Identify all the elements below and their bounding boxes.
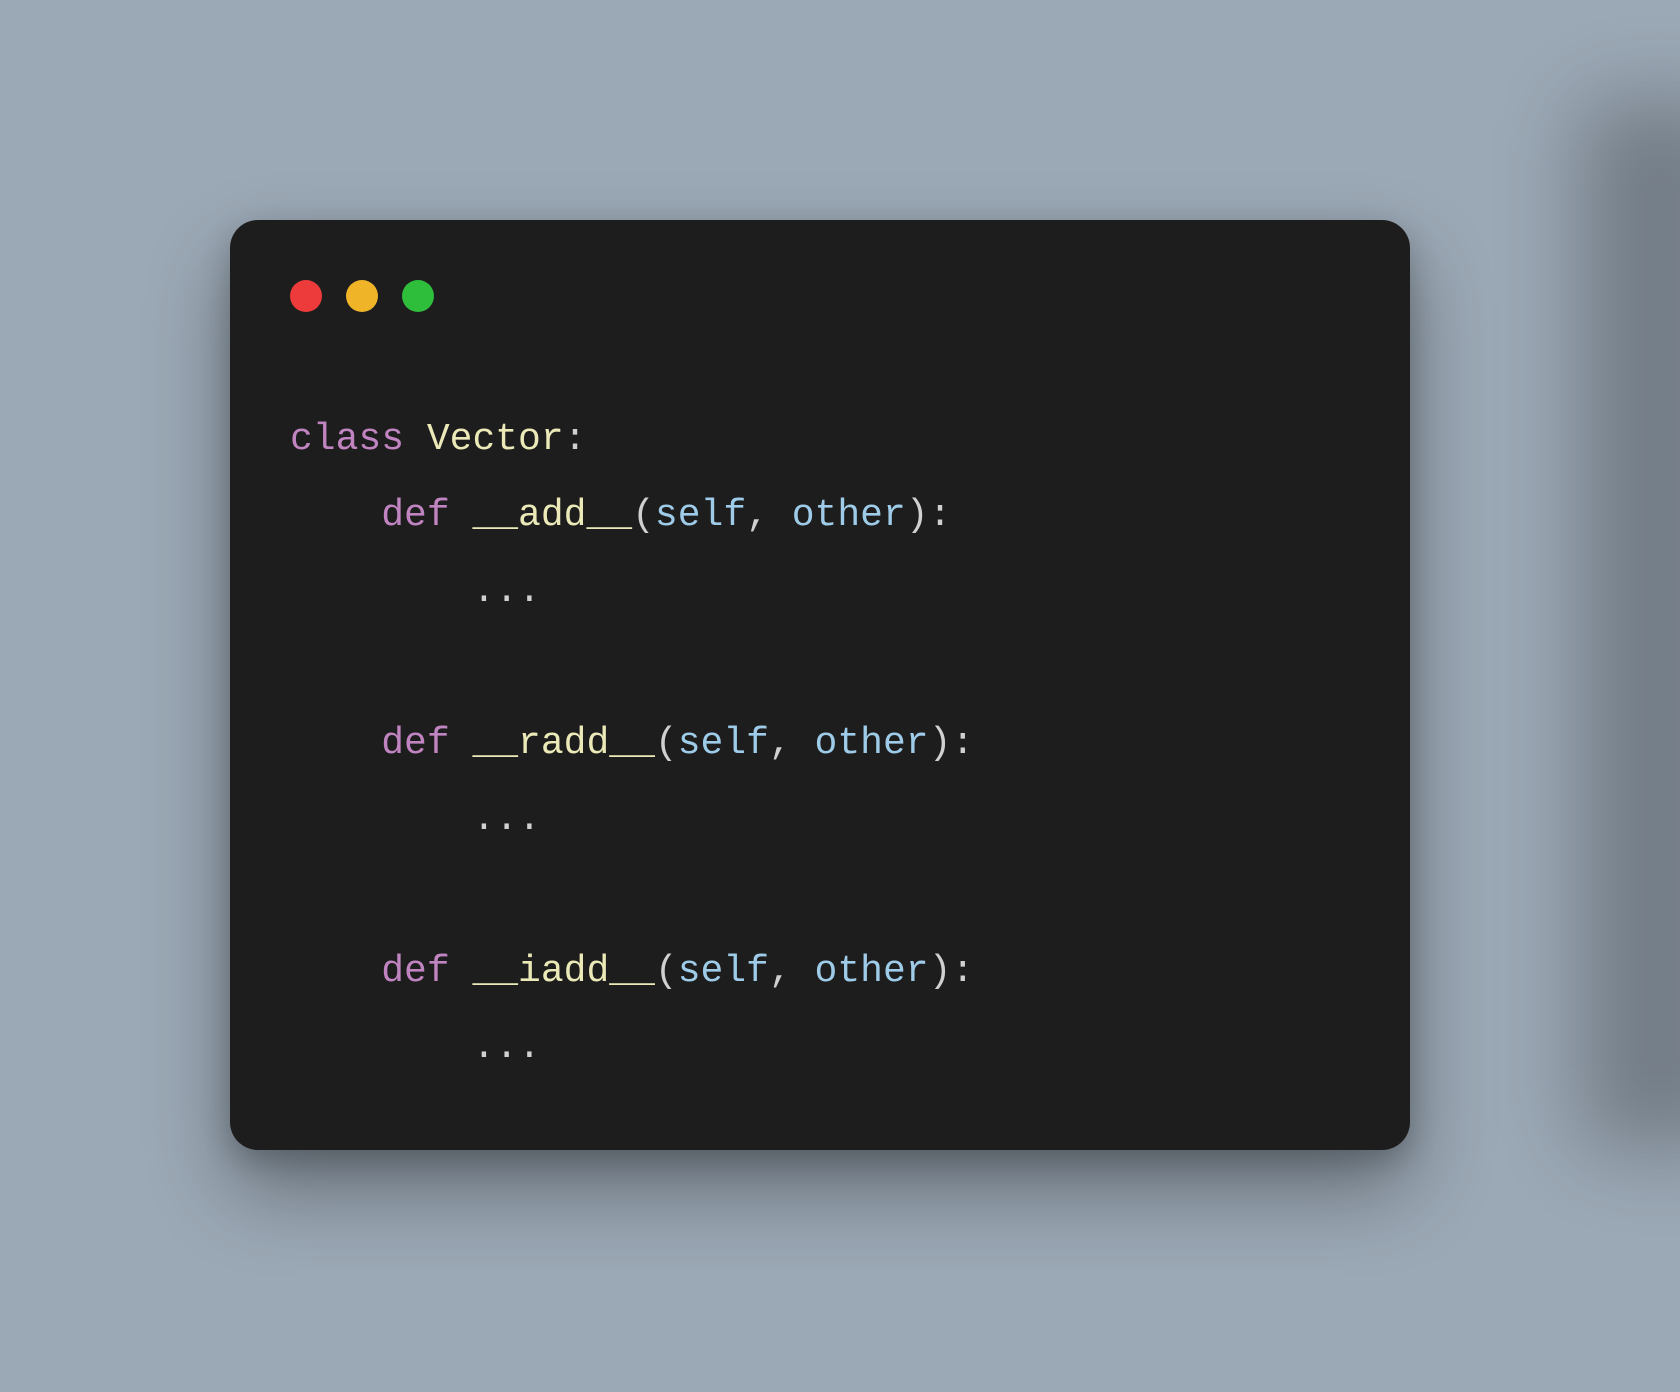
- ellipsis: ...: [472, 798, 540, 841]
- param-other: other: [815, 722, 929, 765]
- indent: [290, 950, 381, 993]
- comma: ,: [769, 722, 815, 765]
- indent: [290, 798, 472, 841]
- param-other: other: [815, 950, 929, 993]
- indent: [290, 570, 472, 613]
- keyword-class: class: [290, 418, 404, 461]
- open-paren: (: [632, 494, 655, 537]
- param-other: other: [792, 494, 906, 537]
- minimize-icon[interactable]: [346, 280, 378, 312]
- window-controls: [290, 280, 1350, 312]
- colon: :: [951, 722, 974, 765]
- close-icon[interactable]: [290, 280, 322, 312]
- comma: ,: [769, 950, 815, 993]
- open-paren: (: [655, 950, 678, 993]
- close-paren: ): [906, 494, 929, 537]
- code-content: class Vector: def __add__(self, other): …: [290, 402, 1350, 1086]
- maximize-icon[interactable]: [402, 280, 434, 312]
- colon: :: [929, 494, 952, 537]
- close-paren: ): [929, 722, 952, 765]
- ellipsis: ...: [472, 1026, 540, 1069]
- indent: [290, 722, 381, 765]
- background-shadow: [1580, 100, 1680, 1150]
- keyword-def: def: [381, 950, 449, 993]
- ellipsis: ...: [472, 570, 540, 613]
- param-self: self: [678, 722, 769, 765]
- code-window: class Vector: def __add__(self, other): …: [230, 220, 1410, 1150]
- class-name: Vector: [427, 418, 564, 461]
- method-name-iadd: __iadd__: [472, 950, 654, 993]
- param-self: self: [678, 950, 769, 993]
- method-name-add: __add__: [472, 494, 632, 537]
- method-name-radd: __radd__: [472, 722, 654, 765]
- colon: :: [564, 418, 587, 461]
- colon: :: [951, 950, 974, 993]
- param-self: self: [655, 494, 746, 537]
- keyword-def: def: [381, 494, 449, 537]
- close-paren: ): [929, 950, 952, 993]
- comma: ,: [746, 494, 792, 537]
- keyword-def: def: [381, 722, 449, 765]
- indent: [290, 494, 381, 537]
- indent: [290, 1026, 472, 1069]
- open-paren: (: [655, 722, 678, 765]
